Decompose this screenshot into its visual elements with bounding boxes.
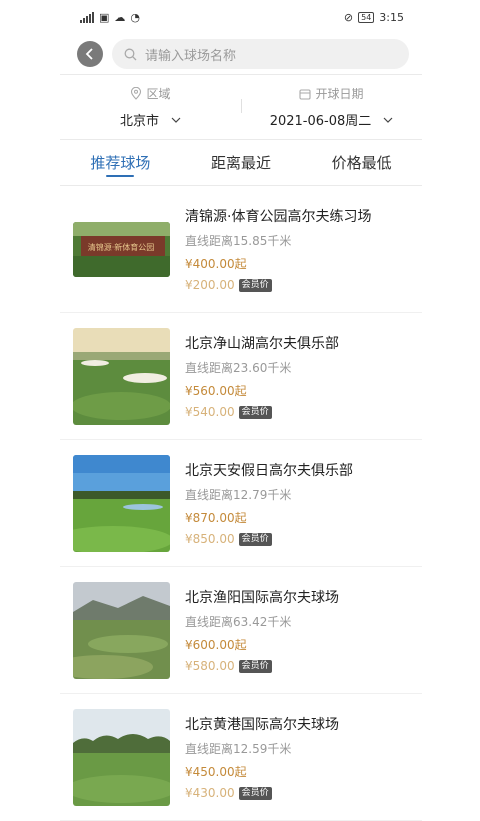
course-thumbnail — [73, 708, 170, 806]
course-card[interactable]: 清锦源·新体育公园 清锦源·体育公园高尔夫练习场 直线距离15.85千米 ¥40… — [60, 186, 422, 313]
region-filter-label: 区域 — [130, 85, 171, 102]
course-distance: 直线距离12.79千米 — [185, 488, 292, 502]
member-badge: 会员价 — [238, 405, 272, 419]
member-badge: 会员价 — [238, 278, 272, 292]
course-info: 北京黄港国际高尔夫球场 直线距离12.59千米 ¥450.00起 ¥430.00… — [185, 714, 339, 800]
date-filter[interactable]: 开球日期 2021-06-08周二 — [241, 75, 422, 139]
course-name: 清锦源·体育公园高尔夫练习场 — [185, 209, 372, 225]
course-info: 北京净山湖高尔夫俱乐部 直线距离23.60千米 ¥560.00起 ¥540.00… — [185, 333, 339, 419]
member-price: ¥540.00 — [185, 405, 235, 419]
status-icons-right: ⊘ 54 3:15 — [344, 11, 404, 24]
location-icon — [131, 87, 142, 100]
course-price: ¥600.00起 — [185, 638, 247, 652]
member-price: ¥850.00 — [185, 532, 235, 546]
course-info: 北京天安假日高尔夫俱乐部 直线距离12.79千米 ¥870.00起 ¥850.0… — [185, 460, 353, 546]
course-price: ¥560.00起 — [185, 384, 247, 398]
course-info: 北京渔阳国际高尔夫球场 直线距离63.42千米 ¥600.00起 ¥580.00… — [185, 587, 339, 673]
chevron-left-icon — [85, 48, 93, 60]
date-value-row: 2021-06-08周二 — [270, 110, 394, 129]
member-price-row: ¥540.00 会员价 — [185, 405, 339, 419]
course-thumbnail: 清锦源·新体育公园 — [73, 221, 170, 277]
course-price: ¥450.00起 — [185, 765, 247, 779]
course-distance: 直线距离12.59千米 — [185, 742, 292, 756]
member-price-row: ¥580.00 会员价 — [185, 659, 339, 673]
member-badge: 会员价 — [238, 786, 272, 800]
course-name: 北京净山湖高尔夫俱乐部 — [185, 336, 339, 352]
search-input[interactable]: 请输入球场名称 — [112, 39, 409, 69]
filter-bar: 区域 北京市 开球日期 2021-06-08周二 — [60, 74, 422, 140]
member-badge: 会员价 — [238, 532, 272, 546]
chevron-down-icon — [383, 117, 393, 123]
nfc-icon: ▣ — [99, 10, 110, 24]
region-label: 区域 — [146, 87, 171, 101]
member-badge: 会员价 — [238, 659, 272, 673]
signal-icon — [80, 11, 94, 23]
thumb-sign-text: 清锦源·新体育公园 — [88, 242, 155, 252]
course-distance: 直线距离23.60千米 — [185, 361, 292, 375]
region-value-row: 北京市 — [120, 110, 181, 129]
top-bar: 请输入球场名称 — [0, 34, 480, 74]
status-icons-left: ▣ ☁ ◔ — [80, 11, 140, 24]
search-placeholder: 请输入球场名称 — [145, 48, 237, 64]
date-value: 2021-06-08周二 — [269, 114, 372, 129]
battery-icon: 54 — [358, 11, 375, 23]
course-list: 清锦源·新体育公园 清锦源·体育公园高尔夫练习场 直线距离15.85千米 ¥40… — [60, 186, 422, 821]
region-value: 北京市 — [119, 114, 159, 129]
course-name: 北京黄港国际高尔夫球场 — [185, 717, 339, 733]
region-filter[interactable]: 区域 北京市 — [60, 75, 241, 139]
course-info: 清锦源·体育公园高尔夫练习场 直线距离15.85千米 ¥400.00起 ¥200… — [185, 206, 371, 292]
search-icon — [124, 48, 137, 60]
status-bar: ▣ ☁ ◔ ⊘ 54 3:15 — [0, 0, 480, 34]
course-thumbnail — [73, 327, 170, 425]
member-price-row: ¥200.00 会员价 — [185, 278, 371, 292]
status-time: 3:15 — [379, 10, 404, 24]
tab-lowest-price[interactable]: 价格最低 — [301, 140, 422, 185]
date-label: 开球日期 — [315, 87, 364, 101]
member-price: ¥200.00 — [185, 278, 235, 292]
member-price-row: ¥430.00 会员价 — [185, 786, 339, 800]
course-card[interactable]: 北京渔阳国际高尔夫球场 直线距离63.42千米 ¥600.00起 ¥580.00… — [60, 567, 422, 694]
date-filter-label: 开球日期 — [299, 85, 364, 102]
mute-icon: ⊘ — [343, 10, 354, 24]
member-price-row: ¥850.00 会员价 — [185, 532, 353, 546]
course-card[interactable]: 北京黄港国际高尔夫球场 直线距离12.59千米 ¥450.00起 ¥430.00… — [60, 694, 422, 821]
tab-recommended[interactable]: 推荐球场 — [60, 140, 181, 185]
member-price: ¥580.00 — [185, 659, 235, 673]
course-thumbnail — [73, 454, 170, 552]
course-distance: 直线距离15.85千米 — [185, 234, 292, 248]
course-card[interactable]: 北京净山湖高尔夫俱乐部 直线距离23.60千米 ¥560.00起 ¥540.00… — [60, 313, 422, 440]
course-distance: 直线距离63.42千米 — [185, 615, 292, 629]
course-name: 北京天安假日高尔夫俱乐部 — [185, 463, 353, 479]
course-price: ¥870.00起 — [185, 511, 247, 525]
course-price: ¥400.00起 — [185, 257, 247, 271]
calendar-icon — [299, 88, 312, 100]
back-button[interactable] — [77, 41, 103, 67]
wechat-icon: ◔ — [130, 10, 141, 24]
course-name: 北京渔阳国际高尔夫球场 — [185, 590, 339, 606]
cloud-icon: ☁ — [114, 10, 126, 24]
course-card[interactable]: 北京天安假日高尔夫俱乐部 直线距离12.79千米 ¥870.00起 ¥850.0… — [60, 440, 422, 567]
chevron-down-icon — [171, 117, 181, 123]
tab-nearest[interactable]: 距离最近 — [181, 140, 302, 185]
sort-tabs: 推荐球场 距离最近 价格最低 — [60, 140, 422, 186]
course-thumbnail — [73, 581, 170, 679]
member-price: ¥430.00 — [185, 786, 235, 800]
